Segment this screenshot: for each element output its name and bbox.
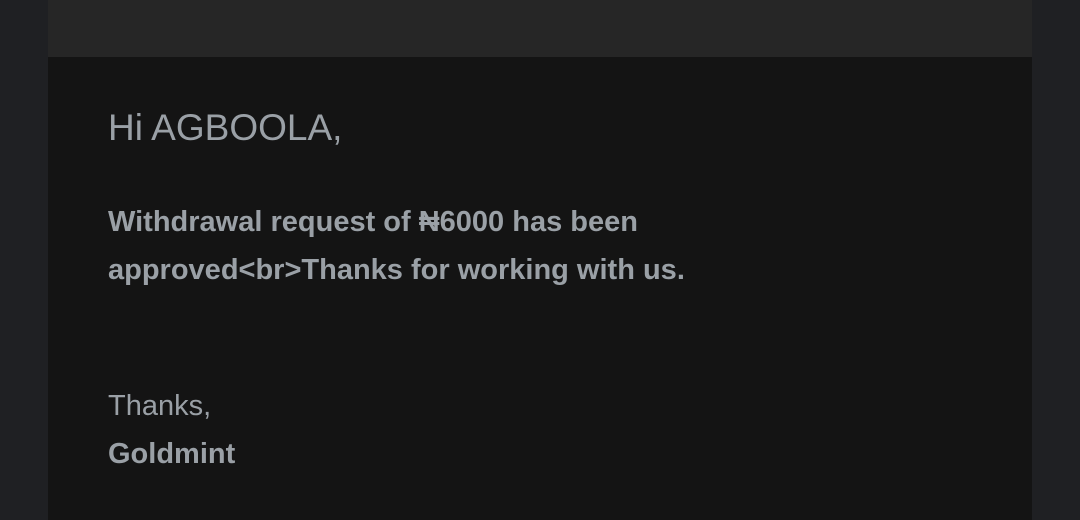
email-signature: Goldmint [108,438,236,470]
email-message: Withdrawal request of ₦6000 has been app… [108,206,685,286]
email-viewer: Hi AGBOOLA, Withdrawal request of ₦6000 … [0,0,1080,520]
email-body-card: Hi AGBOOLA, Withdrawal request of ₦6000 … [48,57,1032,520]
email-greeting: Hi AGBOOLA, [108,107,343,148]
email-header-band [48,0,1032,57]
email-closing: Thanks, [108,390,212,422]
